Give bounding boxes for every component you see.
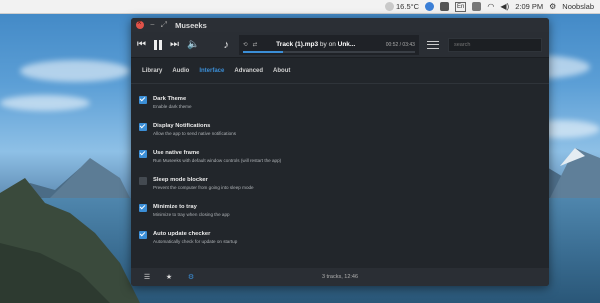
setting-row: Sleep mode blocker Prevent the computer f… [139,176,549,203]
setting-row: Display Notifications Allow the app to se… [139,122,549,149]
indicator-icon[interactable] [440,2,450,11]
tab-about[interactable]: About [273,68,290,74]
setting-title[interactable]: Display Notifications [153,122,236,130]
window-title: Museeks [175,20,207,30]
setting-title[interactable]: Use native frame [153,149,281,157]
footer-bar: ☰ ★ ⚙ 3 tracks, 12:46 [131,268,549,286]
setting-title[interactable]: Auto update checker [153,230,237,238]
system-top-panel: 16.5°C En ◠ ◀) 2:09 PM ⚙ Noobslab [0,0,600,14]
search-input[interactable] [447,37,542,52]
wifi-icon[interactable]: ◠ [487,2,494,11]
keyboard-layout-indicator[interactable]: En [455,1,467,12]
setting-description: Enable dark theme [153,104,192,109]
user-name[interactable]: Noobslab [562,2,594,11]
minimize-window-button[interactable]: − [150,21,155,29]
window-titlebar: − ⤢ Museeks [131,18,549,32]
on-label: on [328,41,336,48]
track-title: Track (1).mp3 [276,41,319,48]
setting-checkbox[interactable] [139,96,147,104]
pause-button[interactable] [154,39,162,50]
interface-settings-list: Dark Theme Enable dark theme Display Notif… [131,84,549,257]
volume-icon[interactable]: ◀) [500,2,509,11]
previous-track-button[interactable]: ⏮ [137,39,146,50]
player-toolbar: ⏮ ⏭ 🔈 ♪ ⟲ ⇄ Track (1).mp3 by on Unk... 0… [131,32,549,58]
setting-text: Minimize to tray Minimize to tray when cl… [153,203,230,230]
library-list-icon[interactable]: ☰ [142,272,152,282]
clipboard-icon[interactable] [472,2,482,11]
setting-title[interactable]: Dark Theme [153,95,192,103]
setting-row: Use native frame Run Museeks with default… [139,149,549,176]
setting-checkbox[interactable] [139,150,147,158]
setting-text: Sleep mode blocker Prevent the computer f… [153,176,254,203]
setting-row: Dark Theme Enable dark theme [139,95,549,122]
progress-fill [242,50,283,53]
gear-settings-icon[interactable]: ⚙ [186,272,196,282]
cloud [20,60,130,82]
settings-tabs: Library Audio Interface Advanced About [131,58,549,84]
setting-row: Minimize to tray Minimize to tray when cl… [139,203,549,230]
app-indicator-icon[interactable] [425,2,435,11]
setting-text: Dark Theme Enable dark theme [153,95,192,122]
tab-advanced[interactable]: Advanced [234,68,263,74]
setting-checkbox[interactable] [139,204,147,212]
setting-description: Run Museeks with default window controls… [153,158,282,163]
setting-text: Display Notifications Allow the app to se… [153,122,236,149]
close-window-button[interactable] [136,18,144,29]
setting-description: Prevent the computer from going into sle… [153,185,254,190]
gear-icon[interactable]: ⚙ [549,2,556,11]
progress-bar[interactable] [242,50,415,53]
weather-indicator[interactable]: 16.5°C [385,1,419,13]
next-track-button[interactable]: ⏭ [170,39,179,50]
setting-checkbox[interactable] [139,177,147,185]
menu-icon[interactable] [426,40,439,49]
star-playlists-icon[interactable]: ★ [164,272,174,282]
track-time: 00:52 / 03:43 [385,41,415,48]
setting-description: Automatically check for update on startu… [153,239,238,244]
cloud [0,95,90,111]
setting-description: Minimize to tray when closing the app [153,212,230,217]
by-label: by [319,41,327,48]
queue-music-icon[interactable]: ♪ [223,39,229,51]
setting-text: Auto update checker Automatically check f… [153,230,237,257]
temperature-label: 16.5°C [396,2,420,11]
clock[interactable]: 2:09 PM [515,2,543,11]
tab-library[interactable]: Library [142,68,162,74]
maximize-window-button[interactable]: ⤢ [161,21,167,29]
setting-description: Allow the app to send native notificatio… [153,131,236,136]
shuffle-icon[interactable]: ⇄ [253,42,258,48]
museeks-window: − ⤢ Museeks ⏮ ⏭ 🔈 ♪ ⟲ ⇄ Track (1).mp3 by… [131,18,549,286]
volume-button[interactable]: 🔈 [187,39,199,50]
setting-row: Auto update checker Automatically check f… [139,230,549,257]
setting-title[interactable]: Sleep mode blocker [153,176,254,184]
rocky-shore [0,178,140,303]
album-name: Unk... [337,41,356,48]
track-info: ⟲ ⇄ Track (1).mp3 by on Unk... 00:52 / 0… [238,34,419,55]
repeat-icon[interactable]: ⟲ [243,42,248,48]
setting-title[interactable]: Minimize to tray [153,203,230,211]
setting-checkbox[interactable] [139,231,147,239]
tab-audio[interactable]: Audio [172,68,189,74]
setting-text: Use native frame Run Museeks with default… [153,149,281,176]
tab-interface[interactable]: Interface [199,68,224,74]
track-metadata: Track (1).mp3 by on Unk... [276,41,355,48]
cloud-weather-icon [385,2,395,11]
setting-checkbox[interactable] [139,123,147,131]
